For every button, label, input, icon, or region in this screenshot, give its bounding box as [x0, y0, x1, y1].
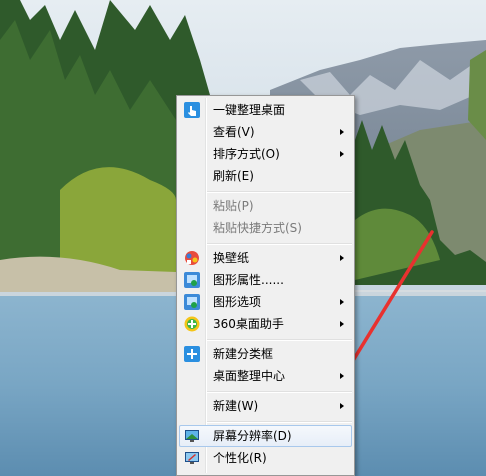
- submenu-arrow-icon: [340, 129, 344, 135]
- submenu-arrow-icon: [340, 255, 344, 261]
- personalize-icon: [185, 452, 199, 464]
- menu-item-paste-shortcut[interactable]: 粘贴快捷方式(S): [179, 217, 352, 239]
- menu-item-desktop-organizer-center[interactable]: 桌面整理中心: [179, 365, 352, 387]
- menu-item-one-click-tidy[interactable]: 一键整理桌面: [179, 99, 352, 121]
- touch-icon: [184, 102, 200, 118]
- menu-separator: [207, 391, 352, 393]
- menu-item-view[interactable]: 查看(V): [179, 121, 352, 143]
- menu-item-360-desktop-assistant[interactable]: 360桌面助手: [179, 313, 352, 335]
- menu-separator: [207, 243, 352, 245]
- menu-item-new-category-box[interactable]: 新建分类框: [179, 343, 352, 365]
- desktop-context-menu: 一键整理桌面 查看(V) 排序方式(O) 刷新(E) 粘贴(P) 粘贴快捷方式(…: [176, 95, 355, 476]
- submenu-arrow-icon: [340, 373, 344, 379]
- menu-separator: [207, 339, 352, 341]
- graphics-options-icon: [184, 294, 200, 310]
- menu-item-paste[interactable]: 粘贴(P): [179, 195, 352, 217]
- graphics-properties-icon: [184, 272, 200, 288]
- submenu-arrow-icon: [340, 321, 344, 327]
- submenu-arrow-icon: [340, 151, 344, 157]
- menu-item-graphics-options[interactable]: 图形选项: [179, 291, 352, 313]
- menu-item-graphics-properties[interactable]: 图形属性......: [179, 269, 352, 291]
- menu-item-refresh[interactable]: 刷新(E): [179, 165, 352, 187]
- menu-item-sort-by[interactable]: 排序方式(O): [179, 143, 352, 165]
- menu-item-screen-resolution[interactable]: 屏幕分辨率(D): [179, 425, 352, 447]
- menu-separator: [207, 421, 352, 423]
- screen-resolution-icon: [185, 430, 199, 442]
- submenu-arrow-icon: [340, 299, 344, 305]
- wallpaper-icon: [185, 251, 199, 265]
- menu-item-personalize[interactable]: 个性化(R): [179, 447, 352, 469]
- 360-icon: [184, 316, 200, 332]
- menu-item-new[interactable]: 新建(W): [179, 395, 352, 417]
- add-box-icon: [184, 346, 200, 362]
- submenu-arrow-icon: [340, 403, 344, 409]
- menu-item-change-wallpaper[interactable]: 换壁纸: [179, 247, 352, 269]
- menu-separator: [207, 191, 352, 193]
